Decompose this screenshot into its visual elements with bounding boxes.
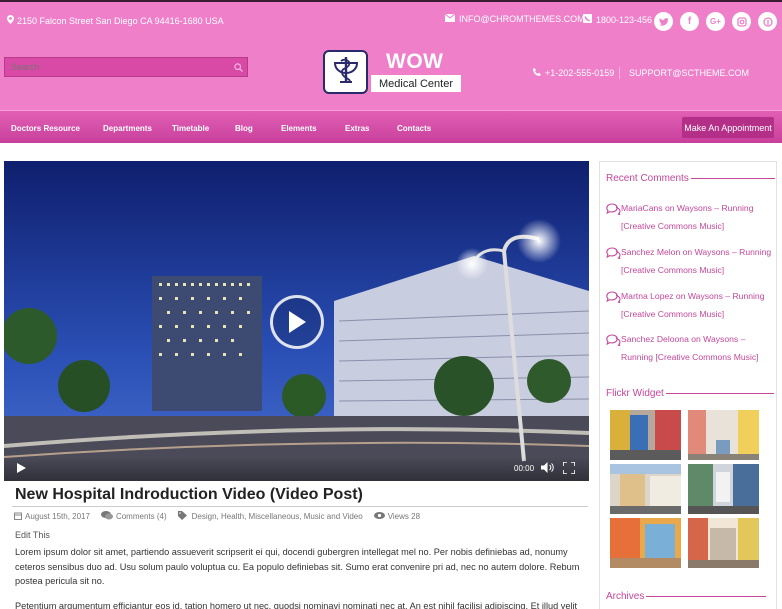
comment-text: Sanchez Deloona on Waysons – Running [Cr… [621,334,759,362]
flickr-thumbnail[interactable] [610,518,681,568]
volume-icon[interactable] [541,462,554,473]
flickr-thumbnail[interactable] [610,410,681,460]
nav-doctors-resource[interactable]: Doctors Resource [11,124,80,133]
post-paragraph: Petentium argumentum efficiantur eos id,… [15,601,578,609]
post-tags-text: Design, Health, Miscellaneous, Music and… [191,512,363,521]
top-phone-text: 1800-123-456 [596,14,653,25]
logo-emblem[interactable] [323,50,368,94]
title-divider [12,506,588,507]
comments-icon [606,243,621,279]
title-line [665,393,774,394]
search-input[interactable] [5,58,229,76]
title-line [690,178,775,179]
main-nav: Doctors Resource Departments Timetable B… [0,110,782,143]
calendar-icon [14,512,22,522]
flickr-widget-label: Flickr Widget [606,388,664,399]
flickr-thumbnail[interactable] [610,464,681,514]
comment-item[interactable]: MariaCans on Waysons – Running [Creative… [606,199,774,235]
archives-title: Archives [606,591,767,602]
top-phone[interactable]: 1800-123-456 [583,14,652,25]
comments-icon [100,511,113,522]
comments-icon [606,287,621,323]
flickr-thumbnail[interactable] [688,410,759,460]
facebook-icon[interactable]: f [680,12,699,31]
comments-icon [606,330,621,366]
comment-text: Martna Lopez on Waysons – Running [Creat… [621,291,765,319]
social-links: f G+ [654,12,777,31]
recent-comments-label: Recent Comments [606,173,689,184]
address: 2150 Falcon Street San Diego CA 94416-16… [7,15,224,26]
nav-extras[interactable]: Extras [345,124,369,133]
video-time: 00:00 [514,464,535,473]
comment-item[interactable]: Sanchez Deloona on Waysons – Running [Cr… [606,330,774,366]
flickr-widget-title: Flickr Widget [606,388,774,399]
flickr-thumbnail[interactable] [688,464,759,514]
title-line [646,596,767,597]
header-phone-text: +1-202-555-0159 [545,68,615,78]
post-meta: August 15th, 2017 Comments (4) Design, H… [14,511,431,522]
top-email[interactable]: INFO@CHROMTHEMES.COM [444,13,585,24]
recent-comments-title: Recent Comments [606,173,775,184]
comment-item[interactable]: Sanchez Melon on Waysons – Running [Crea… [606,243,774,279]
post-tags[interactable]: Design, Health, Miscellaneous, Music and… [177,511,363,522]
twitter-icon[interactable] [654,12,673,31]
play-icon[interactable] [17,463,26,473]
video-controls: 00:00 [4,457,589,481]
nav-elements[interactable]: Elements [281,124,317,133]
post-views: Views 28 [373,512,421,521]
video-player[interactable]: 00:00 [4,161,589,481]
envelope-icon [444,13,456,24]
header-email[interactable]: SUPPORT@SCTHEME.COM [629,68,749,78]
post-title[interactable]: New Hospital Indroduction Video (Video P… [15,486,363,504]
comments-icon [606,199,621,235]
nav-departments[interactable]: Departments [103,124,152,133]
flickr-thumbnail[interactable] [688,518,759,568]
caduceus-icon [329,53,363,92]
fullscreen-icon[interactable] [563,462,575,474]
video-play-button[interactable] [270,295,324,349]
sidebar: Recent Comments MariaCans on Waysons – R… [599,161,777,609]
pinterest-icon[interactable] [758,12,777,31]
address-text: 2150 Falcon Street San Diego CA 94416-16… [17,15,224,26]
comment-text: MariaCans on Waysons – Running [Creative… [621,203,754,231]
archives-label: Archives [606,591,645,602]
make-appointment-button[interactable]: Make An Appointment [682,117,774,138]
instagram-icon[interactable] [732,12,751,31]
blog-post: 00:00 New Hospital Indroduction Video (V… [4,161,589,609]
header-divider [619,67,620,79]
top-bar: 2150 Falcon Street San Diego CA 94416-16… [0,4,782,36]
tags-icon [177,511,189,522]
nav-contacts[interactable]: Contacts [397,124,431,133]
edit-link[interactable]: Edit This [15,530,50,540]
phone-icon [533,68,541,78]
header-phone[interactable]: +1-202-555-0159 [533,68,614,78]
post-paragraph: Lorem ipsum dolor sit amet, partiendo as… [15,547,580,586]
search-box [4,57,248,77]
map-pin-icon [7,15,14,26]
comment-item[interactable]: Martna Lopez on Waysons – Running [Creat… [606,287,774,323]
logo-subtitle: Medical Center [371,75,461,92]
nav-timetable[interactable]: Timetable [172,124,209,133]
top-email-text: INFO@CHROMTHEMES.COM [459,14,585,24]
eye-icon [373,512,385,521]
post-comments-text: Comments (4) [115,512,167,521]
google-plus-icon[interactable]: G+ [706,12,725,31]
post-comments[interactable]: Comments (4) [100,511,167,522]
post-views-text: Views 28 [387,512,421,521]
search-icon[interactable] [229,62,247,72]
phone-icon [583,14,592,25]
post-date-text: August 15th, 2017 [25,512,90,521]
logo-title[interactable]: WOW [386,50,443,74]
nav-blog[interactable]: Blog [235,124,253,133]
post-date: August 15th, 2017 [14,512,90,522]
comment-text: Sanchez Melon on Waysons – Running [Crea… [621,247,772,275]
